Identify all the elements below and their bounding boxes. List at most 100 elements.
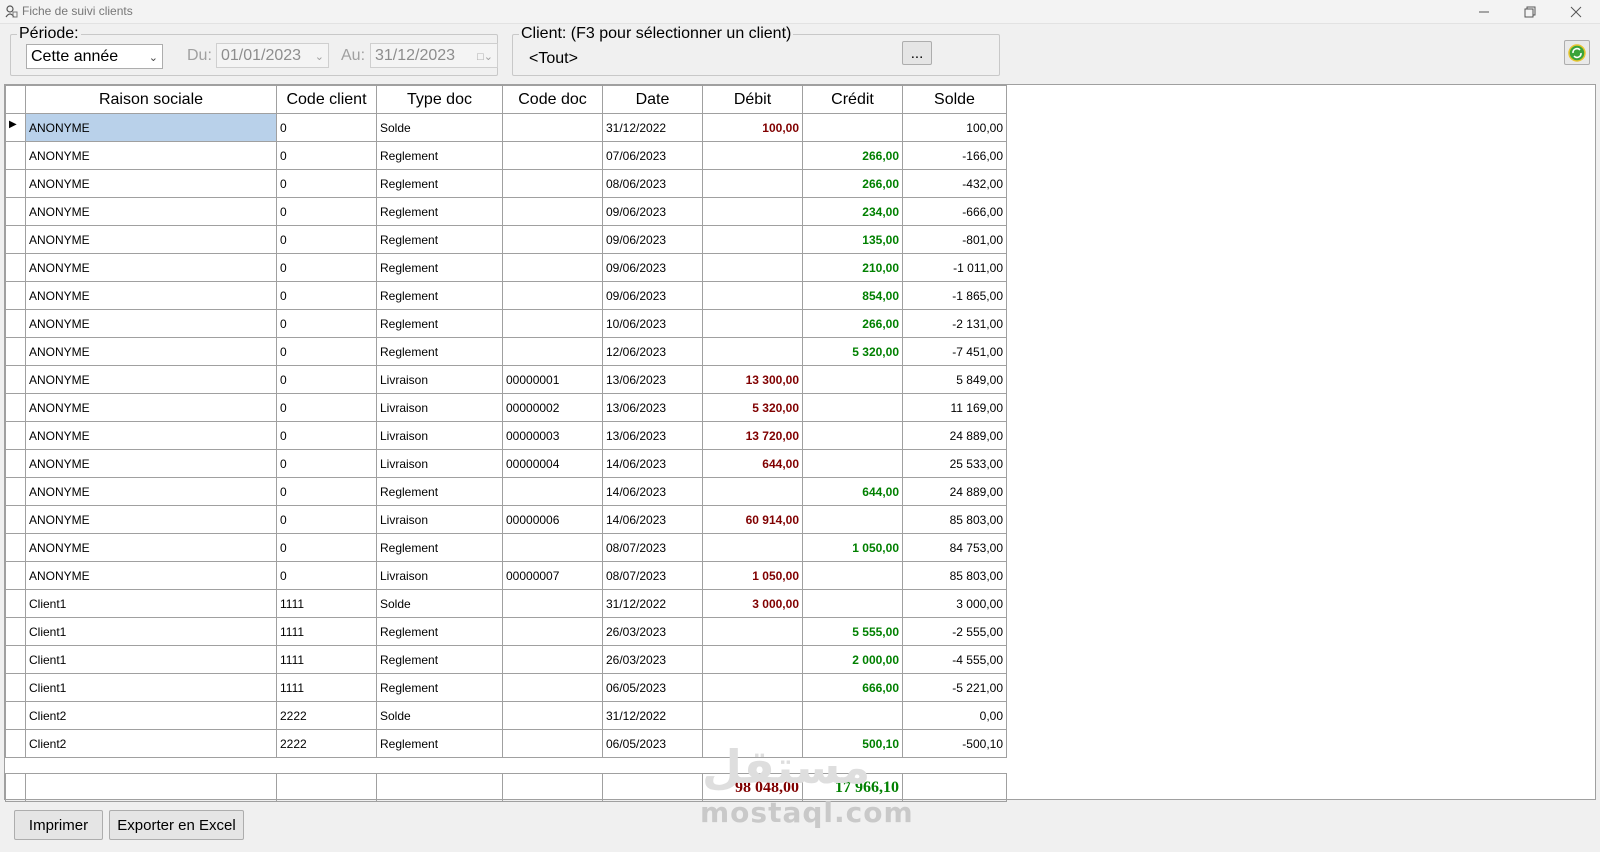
cell-debit[interactable]: 13 720,00 [702, 421, 803, 450]
cell-raison-sociale[interactable]: Client1 [25, 589, 277, 618]
column-header-raison-sociale[interactable]: Raison sociale [25, 85, 277, 114]
cell-date[interactable]: 08/07/2023 [602, 533, 703, 562]
cell-type-doc[interactable]: Solde [376, 113, 503, 142]
cell-debit[interactable] [702, 169, 803, 198]
table-row[interactable]: Client1 1111 Reglement 26/03/2023 2 000,00 -4… [5, 645, 1007, 674]
cell-type-doc[interactable]: Livraison [376, 393, 503, 422]
cell-raison-sociale[interactable]: ANONYME [25, 113, 277, 142]
table-row[interactable]: ANONYME 0 Reglement 10/06/2023 266,00 -2 131,… [5, 309, 1007, 338]
cell-code-doc[interactable] [502, 169, 603, 198]
cell-credit[interactable] [802, 365, 903, 394]
cell-code-doc[interactable] [502, 617, 603, 646]
cell-date[interactable]: 26/03/2023 [602, 645, 703, 674]
cell-debit[interactable]: 100,00 [702, 113, 803, 142]
row-selector[interactable] [5, 253, 26, 282]
column-header-credit[interactable]: Crédit [802, 85, 903, 114]
cell-code-doc[interactable] [502, 337, 603, 366]
cell-type-doc[interactable]: Reglement [376, 645, 503, 674]
cell-debit[interactable]: 1 050,00 [702, 561, 803, 590]
cell-raison-sociale[interactable]: ANONYME [25, 141, 277, 170]
table-row[interactable]: ANONYME 0 Reglement 09/06/2023 210,00 -1 011,… [5, 253, 1007, 282]
row-selector[interactable] [5, 729, 26, 758]
cell-date[interactable]: 09/06/2023 [602, 253, 703, 282]
cell-date[interactable]: 13/06/2023 [602, 365, 703, 394]
row-selector[interactable] [5, 449, 26, 478]
cell-code-doc[interactable] [502, 477, 603, 506]
cell-solde[interactable]: 85 803,00 [902, 561, 1007, 590]
cell-raison-sociale[interactable]: ANONYME [25, 169, 277, 198]
cell-raison-sociale[interactable]: ANONYME [25, 365, 277, 394]
cell-code-client[interactable]: 0 [276, 561, 377, 590]
cell-date[interactable]: 13/06/2023 [602, 421, 703, 450]
cell-raison-sociale[interactable]: ANONYME [25, 253, 277, 282]
cell-code-doc[interactable] [502, 589, 603, 618]
close-button[interactable] [1553, 0, 1599, 24]
cell-debit[interactable] [702, 141, 803, 170]
row-selector[interactable] [5, 365, 26, 394]
cell-raison-sociale[interactable]: ANONYME [25, 505, 277, 534]
cell-raison-sociale[interactable]: ANONYME [25, 533, 277, 562]
cell-date[interactable]: 14/06/2023 [602, 477, 703, 506]
cell-solde[interactable]: -500,10 [902, 729, 1007, 758]
cell-code-client[interactable]: 0 [276, 505, 377, 534]
cell-type-doc[interactable]: Livraison [376, 365, 503, 394]
cell-credit[interactable] [802, 561, 903, 590]
cell-date[interactable]: 08/06/2023 [602, 169, 703, 198]
cell-raison-sociale[interactable]: ANONYME [25, 393, 277, 422]
cell-date[interactable]: 31/12/2022 [602, 589, 703, 618]
cell-type-doc[interactable]: Reglement [376, 617, 503, 646]
table-row[interactable]: ANONYME 0 Reglement 09/06/2023 854,00 -1 865,… [5, 281, 1007, 310]
cell-debit[interactable]: 13 300,00 [702, 365, 803, 394]
cell-solde[interactable]: 24 889,00 [902, 477, 1007, 506]
cell-code-client[interactable]: 2222 [276, 729, 377, 758]
cell-type-doc[interactable]: Reglement [376, 141, 503, 170]
cell-credit[interactable] [802, 505, 903, 534]
cell-code-doc[interactable] [502, 533, 603, 562]
cell-date[interactable]: 12/06/2023 [602, 337, 703, 366]
cell-credit[interactable]: 644,00 [802, 477, 903, 506]
cell-solde[interactable]: -801,00 [902, 225, 1007, 254]
cell-code-client[interactable]: 0 [276, 449, 377, 478]
cell-code-doc[interactable]: 00000007 [502, 561, 603, 590]
cell-debit[interactable] [702, 701, 803, 730]
cell-date[interactable]: 14/06/2023 [602, 505, 703, 534]
cell-solde[interactable]: -2 555,00 [902, 617, 1007, 646]
cell-debit[interactable] [702, 617, 803, 646]
cell-date[interactable]: 07/06/2023 [602, 141, 703, 170]
row-selector[interactable] [5, 645, 26, 674]
row-selector[interactable] [5, 673, 26, 702]
restore-button[interactable] [1507, 0, 1553, 24]
cell-raison-sociale[interactable]: Client2 [25, 729, 277, 758]
cell-solde[interactable]: 84 753,00 [902, 533, 1007, 562]
cell-date[interactable]: 26/03/2023 [602, 617, 703, 646]
cell-type-doc[interactable]: Reglement [376, 729, 503, 758]
cell-code-client[interactable]: 2222 [276, 701, 377, 730]
print-button[interactable]: Imprimer [14, 810, 103, 840]
cell-raison-sociale[interactable]: ANONYME [25, 197, 277, 226]
cell-credit[interactable] [802, 393, 903, 422]
cell-code-doc[interactable] [502, 197, 603, 226]
cell-code-client[interactable]: 0 [276, 169, 377, 198]
cell-code-client[interactable]: 0 [276, 225, 377, 254]
row-selector[interactable] [5, 281, 26, 310]
cell-credit[interactable]: 1 050,00 [802, 533, 903, 562]
cell-date[interactable]: 09/06/2023 [602, 281, 703, 310]
cell-date[interactable]: 06/05/2023 [602, 729, 703, 758]
cell-debit[interactable] [702, 281, 803, 310]
cell-date[interactable]: 06/05/2023 [602, 673, 703, 702]
cell-type-doc[interactable]: Reglement [376, 281, 503, 310]
cell-type-doc[interactable]: Solde [376, 701, 503, 730]
cell-solde[interactable]: -166,00 [902, 141, 1007, 170]
cell-date[interactable]: 10/06/2023 [602, 309, 703, 338]
cell-date[interactable]: 31/12/2022 [602, 113, 703, 142]
cell-debit[interactable]: 5 320,00 [702, 393, 803, 422]
cell-credit[interactable] [802, 701, 903, 730]
cell-debit[interactable]: 3 000,00 [702, 589, 803, 618]
table-row[interactable]: Client2 2222 Solde 31/12/2022 0,00 [5, 701, 1007, 730]
row-selector[interactable] [5, 309, 26, 338]
cell-credit[interactable]: 266,00 [802, 169, 903, 198]
cell-code-client[interactable]: 1111 [276, 617, 377, 646]
cell-solde[interactable]: 0,00 [902, 701, 1007, 730]
table-row[interactable]: ANONYME 0 Reglement 12/06/2023 5 320,00 -7 45… [5, 337, 1007, 366]
column-header-type-doc[interactable]: Type doc [376, 85, 503, 114]
